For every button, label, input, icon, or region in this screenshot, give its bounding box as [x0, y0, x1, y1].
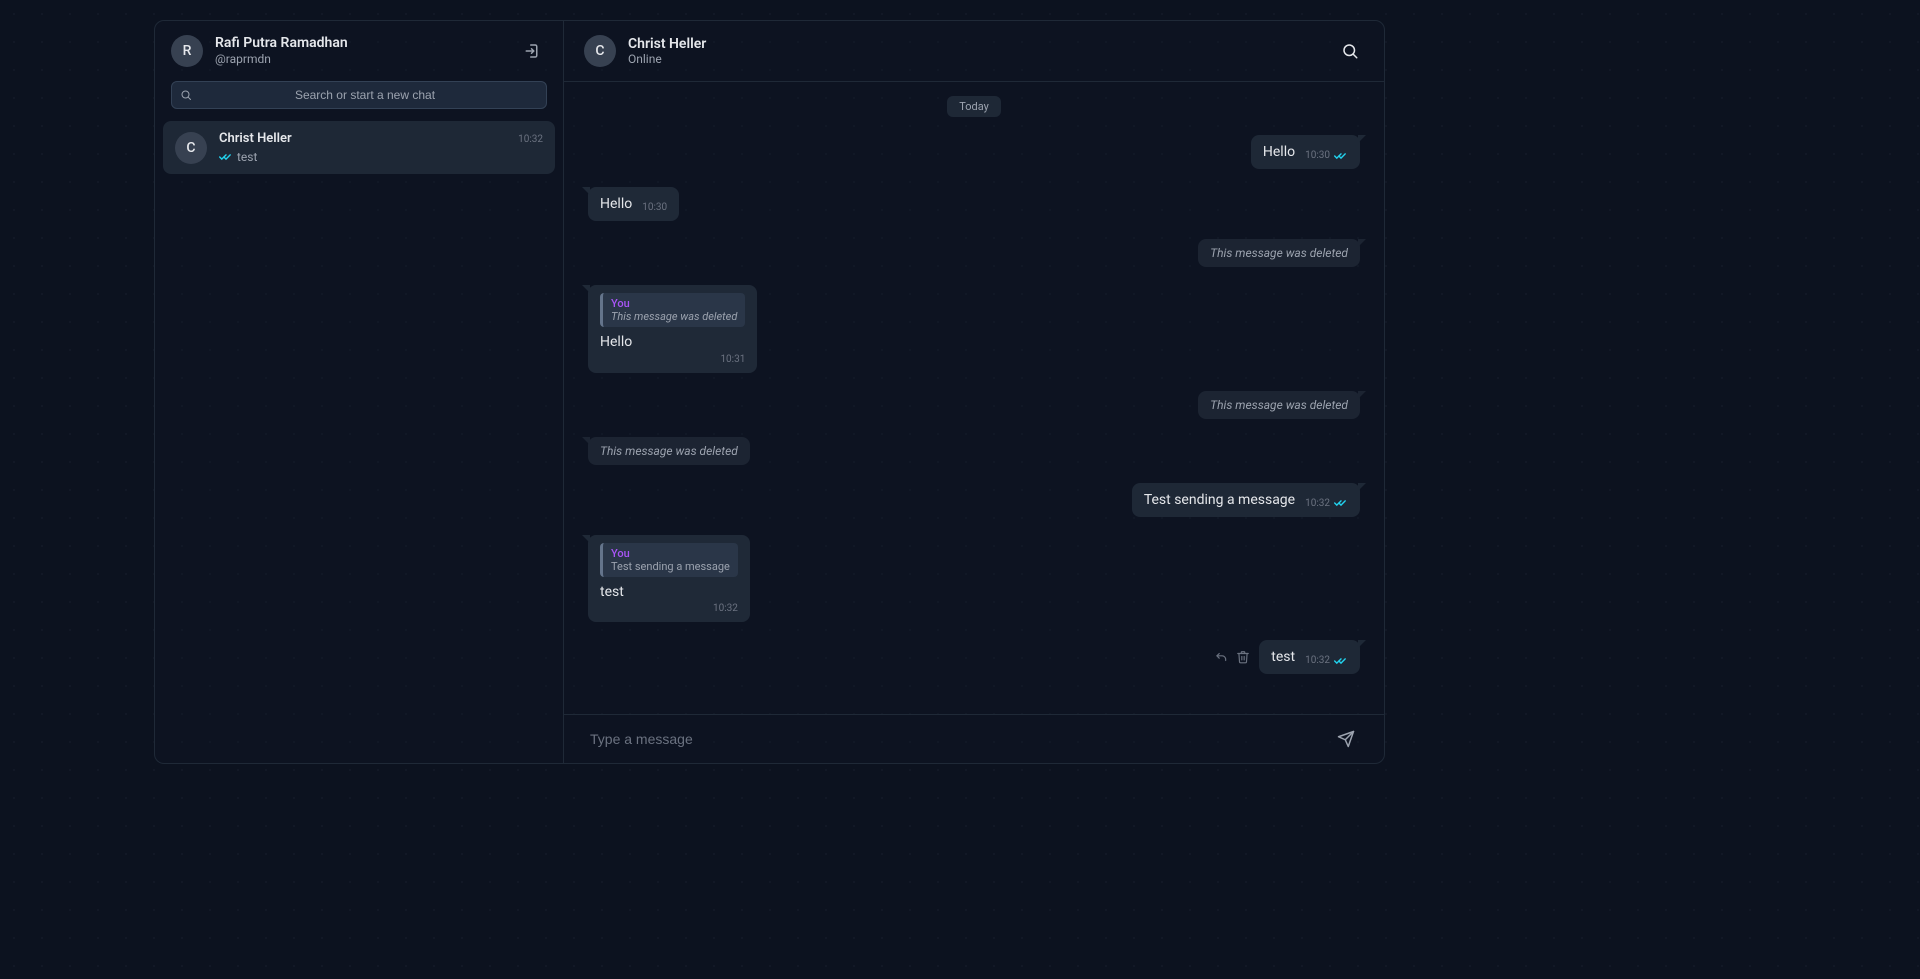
message-time: 10:32 [1305, 655, 1330, 666]
message-row: Test sending a message 10:32 [588, 483, 1360, 517]
search-icon [180, 89, 192, 101]
reply-body: This message was deleted [611, 310, 737, 323]
message-time: 10:31 [720, 354, 745, 365]
own-user-handle: @raprmdn [215, 52, 519, 68]
message-row: This message was deleted [588, 239, 1360, 267]
reply-title: You [611, 547, 730, 560]
search-wrap [155, 81, 563, 121]
message-list[interactable]: Today Hello 10:30 [564, 82, 1384, 714]
message-text: Hello [600, 333, 745, 351]
chat-item-preview-text: test [237, 150, 257, 164]
message-text: test [1271, 648, 1295, 666]
message-hover-actions [1213, 640, 1251, 674]
reply-quote[interactable]: You This message was deleted [600, 293, 745, 327]
logout-button[interactable] [519, 37, 547, 65]
send-button[interactable] [1332, 725, 1360, 753]
sidebar-header: R Rafi Putra Ramadhan @raprmdn [155, 21, 563, 81]
composer [564, 714, 1384, 763]
contact-avatar-letter: C [595, 43, 604, 59]
own-user-name: Rafi Putra Ramadhan [215, 35, 519, 52]
own-avatar[interactable]: R [171, 35, 203, 67]
message-row: You This message was deleted Hello 10:31 [588, 285, 1360, 372]
app-shell: R Rafi Putra Ramadhan @raprmdn [154, 20, 1385, 764]
message-bubble-in[interactable]: Hello 10:30 [588, 187, 679, 221]
chat-panel: C Christ Heller Online Today Hello [564, 21, 1384, 763]
reply-body: Test sending a message [611, 560, 730, 573]
message-row: You Test sending a message test 10:32 [588, 535, 1360, 622]
message-text: Hello [1263, 143, 1295, 161]
message-time: 10:30 [642, 202, 667, 213]
deleted-message-out[interactable]: This message was deleted [1198, 391, 1360, 419]
contact-status: Online [628, 52, 1336, 66]
search-icon [1341, 42, 1359, 60]
message-time: 10:32 [713, 603, 738, 614]
chat-list: C Christ Heller 10:32 t [155, 121, 563, 763]
sidebar: R Rafi Putra Ramadhan @raprmdn [155, 21, 564, 763]
chat-item-avatar-letter: C [186, 140, 195, 156]
own-avatar-letter: R [183, 43, 192, 59]
chat-item-avatar: C [175, 132, 207, 164]
chat-search-button[interactable] [1336, 37, 1364, 65]
deleted-message-out[interactable]: This message was deleted [1198, 239, 1360, 267]
reply-button[interactable] [1213, 649, 1229, 665]
chat-header: C Christ Heller Online [564, 21, 1384, 82]
message-bubble-in[interactable]: You Test sending a message test 10:32 [588, 535, 750, 622]
search-box[interactable] [171, 81, 547, 109]
chat-list-item[interactable]: C Christ Heller 10:32 t [163, 121, 555, 174]
deleted-text: This message was deleted [1210, 246, 1348, 260]
chat-item-time: 10:32 [518, 134, 543, 145]
message-time: 10:32 [1305, 498, 1330, 509]
chat-item-preview: test [219, 150, 543, 164]
double-check-icon [219, 152, 233, 162]
logout-icon [524, 42, 542, 60]
reply-quote[interactable]: You Test sending a message [600, 543, 738, 577]
chat-item-name: Christ Heller [219, 131, 292, 146]
message-row: Hello 10:30 [588, 135, 1360, 169]
message-time: 10:30 [1305, 150, 1330, 161]
message-bubble-in[interactable]: You This message was deleted Hello 10:31 [588, 285, 757, 372]
message-input[interactable] [588, 730, 1332, 748]
double-check-icon [1334, 151, 1348, 161]
reply-icon [1214, 650, 1228, 664]
date-chip: Today [947, 96, 1001, 117]
contact-name: Christ Heller [628, 36, 1336, 52]
message-row: This message was deleted [588, 391, 1360, 419]
reply-title: You [611, 297, 737, 310]
contact-avatar[interactable]: C [584, 35, 616, 67]
send-icon [1337, 730, 1355, 748]
message-row: test 10:32 [588, 640, 1360, 674]
trash-icon [1236, 650, 1250, 664]
double-check-icon [1334, 498, 1348, 508]
double-check-icon [1334, 656, 1348, 666]
deleted-text: This message was deleted [600, 444, 738, 458]
message-text: Test sending a message [1144, 491, 1295, 509]
message-row: Hello 10:30 [588, 187, 1360, 221]
own-user-info: Rafi Putra Ramadhan @raprmdn [215, 35, 519, 67]
delete-button[interactable] [1235, 649, 1251, 665]
message-bubble-out[interactable]: Hello 10:30 [1251, 135, 1360, 169]
deleted-text: This message was deleted [1210, 398, 1348, 412]
message-bubble-out[interactable]: test 10:32 [1259, 640, 1360, 674]
message-row: This message was deleted [588, 437, 1360, 465]
message-text: Hello [600, 195, 632, 213]
message-bubble-out[interactable]: Test sending a message 10:32 [1132, 483, 1360, 517]
search-input[interactable] [192, 87, 538, 103]
message-text: test [600, 583, 738, 601]
deleted-message-in[interactable]: This message was deleted [588, 437, 750, 465]
